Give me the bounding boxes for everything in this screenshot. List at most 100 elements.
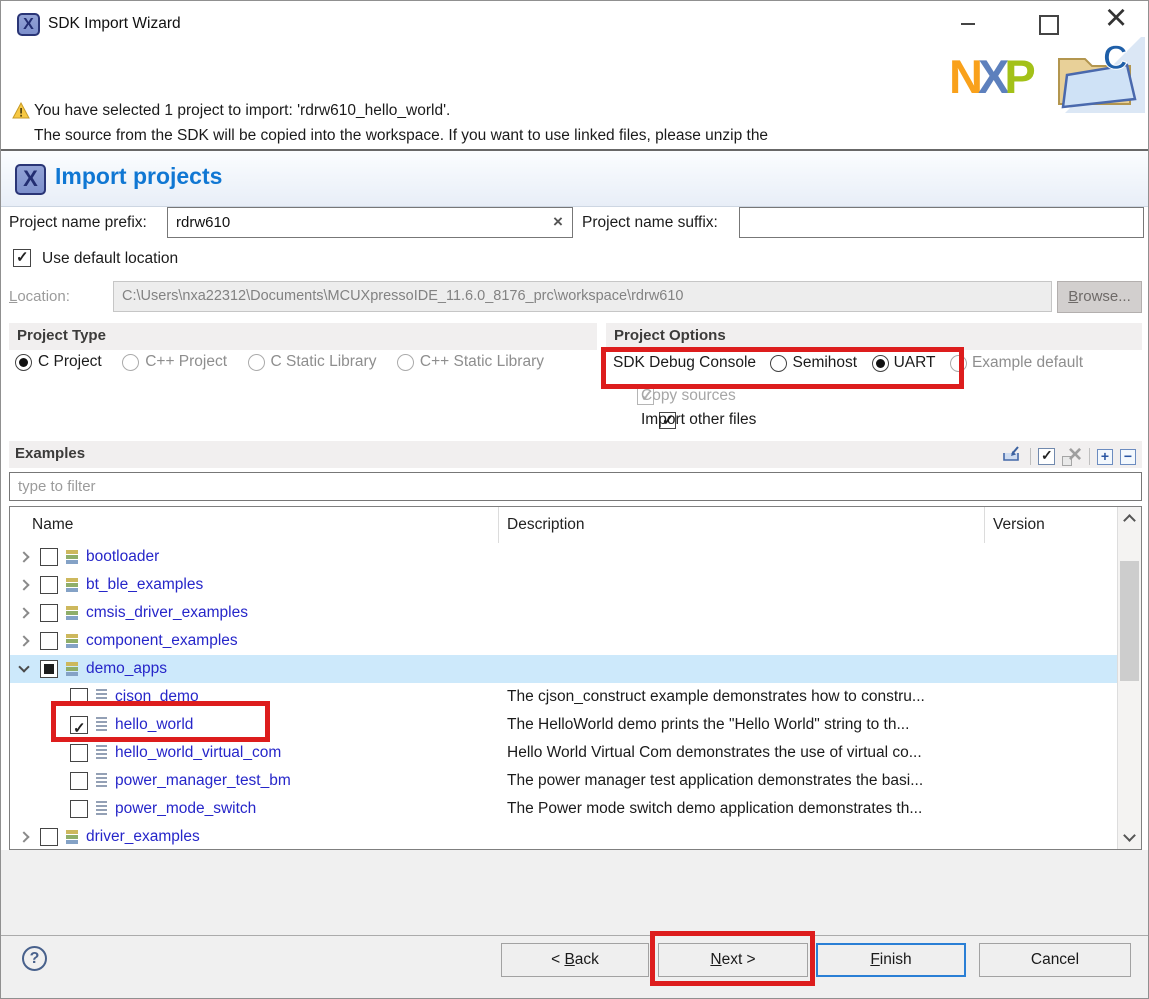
row-icon (96, 717, 107, 733)
import-projects-icon (15, 164, 46, 195)
row-version (985, 711, 1119, 739)
row-icon (66, 830, 78, 845)
table-row[interactable]: power_mode_switch The Power mode switch … (10, 795, 1119, 823)
toolbar-separator (1089, 448, 1090, 465)
table-row[interactable]: hello_world The HelloWorld demo prints t… (10, 711, 1119, 739)
table-row[interactable]: cmsis_driver_examples (10, 599, 1119, 627)
row-name: hello_world (115, 711, 193, 739)
row-name: hello_world_virtual_com (115, 739, 281, 767)
project-options-group: Project Options (606, 323, 1142, 350)
sdk-debug-console-options: SDK Debug Console Semihost UART Example … (613, 354, 1083, 372)
minimize-button-icon[interactable] (952, 9, 984, 37)
vertical-scrollbar[interactable] (1117, 507, 1141, 849)
scrollbar-thumb[interactable] (1120, 561, 1139, 681)
row-checkbox[interactable] (70, 688, 88, 706)
row-name: component_examples (86, 627, 238, 655)
row-checkbox[interactable] (40, 828, 58, 846)
radio-cpp-project-label: C++ Project (145, 353, 227, 370)
row-description (499, 543, 985, 571)
row-name: demo_apps (86, 655, 167, 683)
row-checkbox[interactable] (70, 744, 88, 762)
deselect-all-icon (1062, 448, 1082, 466)
table-row[interactable]: bt_ble_examples (10, 571, 1119, 599)
row-version (985, 683, 1119, 711)
sdk-debug-console-label: SDK Debug Console (613, 354, 756, 371)
semihost-label: Semihost (792, 354, 857, 371)
radio-uart[interactable] (872, 355, 889, 372)
expander-icon[interactable] (18, 831, 29, 842)
table-header: Name Description Version (10, 507, 1141, 543)
browse-button: Browse... (1057, 281, 1142, 313)
collapse-all-icon[interactable] (1120, 449, 1136, 465)
column-header-version[interactable]: Version (985, 507, 1119, 543)
table-row[interactable]: component_examples (10, 627, 1119, 655)
row-name: power_manager_test_bm (115, 767, 291, 795)
expander-icon[interactable] (18, 607, 29, 618)
maximize-button-icon[interactable] (1031, 9, 1063, 37)
table-row[interactable]: driver_examples (10, 823, 1119, 850)
use-default-location-checkbox[interactable] (13, 249, 31, 267)
row-description: The cjson_construct example demonstrates… (499, 683, 985, 711)
row-checkbox[interactable] (40, 548, 58, 566)
import-other-files-label: Import other files (641, 411, 756, 429)
row-version (985, 767, 1119, 795)
expander-icon[interactable] (18, 661, 29, 672)
row-icon (96, 773, 107, 789)
import-example-icon[interactable] (1001, 445, 1023, 468)
expander-icon[interactable] (18, 551, 29, 562)
radio-c-static-library-label: C Static Library (271, 353, 377, 370)
row-version (985, 543, 1119, 571)
project-options-title: Project Options (606, 323, 1142, 350)
project-type-title: Project Type (9, 323, 597, 350)
scroll-down-icon[interactable] (1123, 829, 1136, 842)
clear-prefix-icon[interactable] (549, 213, 567, 231)
row-version (985, 571, 1119, 599)
back-button[interactable]: < Back (501, 943, 649, 977)
row-checkbox[interactable] (40, 576, 58, 594)
svg-text:C: C (1103, 39, 1128, 77)
column-header-description[interactable]: Description (499, 507, 985, 543)
banner: Import projects (1, 149, 1149, 207)
scroll-up-icon[interactable] (1123, 514, 1136, 527)
expander-icon[interactable] (18, 635, 29, 646)
row-checkbox[interactable] (70, 800, 88, 818)
row-checkbox[interactable] (70, 772, 88, 790)
expand-all-icon[interactable] (1097, 449, 1113, 465)
project-name-suffix-label: Project name suffix: (582, 214, 718, 232)
help-icon[interactable] (22, 946, 47, 971)
column-header-name[interactable]: Name (10, 507, 499, 543)
table-row[interactable]: cjson_demo The cjson_construct example d… (10, 683, 1119, 711)
warning-message-line1: You have selected 1 project to import: '… (34, 102, 450, 120)
project-name-suffix-input[interactable] (739, 207, 1144, 238)
table-row[interactable]: power_manager_test_bm The power manager … (10, 767, 1119, 795)
row-description (499, 655, 985, 683)
row-description (499, 571, 985, 599)
row-icon (66, 550, 78, 565)
close-button-icon[interactable] (1099, 1, 1135, 41)
table-row[interactable]: bootloader (10, 543, 1119, 571)
radio-c-project[interactable] (15, 354, 32, 371)
row-name: driver_examples (86, 823, 200, 850)
select-all-icon[interactable] (1038, 448, 1055, 465)
next-button[interactable]: Next > (658, 943, 808, 977)
row-checkbox[interactable] (40, 604, 58, 622)
examples-rows: bootloader bt_ble_examples cmsis_driver_… (10, 543, 1119, 850)
expander-icon[interactable] (18, 579, 29, 590)
filter-input[interactable] (9, 472, 1142, 501)
cancel-button[interactable]: Cancel (979, 943, 1131, 977)
project-name-prefix-input[interactable] (167, 207, 573, 238)
examples-title: Examples (9, 441, 91, 466)
row-name: bootloader (86, 543, 159, 571)
window-title: SDK Import Wizard (48, 15, 181, 33)
radio-semihost[interactable] (770, 355, 787, 372)
finish-button[interactable]: Finish (816, 943, 966, 977)
examples-toolbar (1001, 445, 1136, 468)
row-version (985, 627, 1119, 655)
row-icon (96, 689, 107, 705)
row-checkbox[interactable] (40, 632, 58, 650)
row-checkbox[interactable] (40, 660, 58, 678)
row-checkbox[interactable] (70, 716, 88, 734)
table-row[interactable]: hello_world_virtual_com Hello World Virt… (10, 739, 1119, 767)
table-row[interactable]: demo_apps (10, 655, 1119, 683)
toolbar-separator (1030, 448, 1031, 465)
